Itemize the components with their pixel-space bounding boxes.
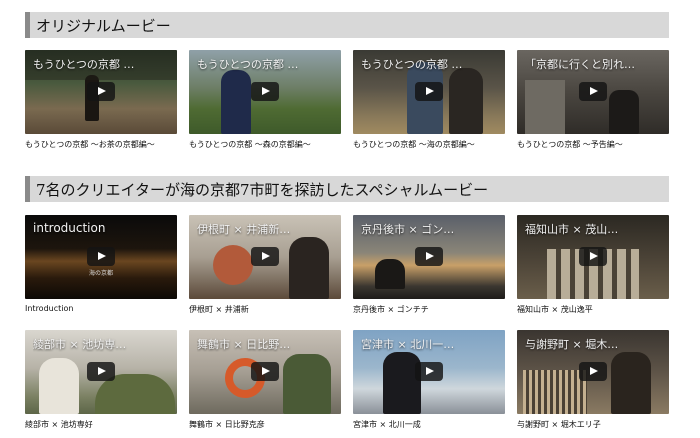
- video-thumb-title: 与謝野町 × 堀木…: [525, 338, 619, 351]
- video-thumbnail[interactable]: introduction 海の京都: [25, 215, 177, 299]
- video-caption[interactable]: もうひとつの京都 〜お茶の京都編〜: [25, 139, 177, 150]
- video-card-trailer[interactable]: 「京都に行くと別れ… もうひとつの京都 〜予告編〜: [517, 50, 669, 150]
- video-thumb-title: もうひとつの京都 …: [33, 58, 135, 71]
- play-icon[interactable]: [415, 247, 443, 266]
- video-thumb-title: 宮津市 × 北川一…: [361, 338, 455, 351]
- loom-threads: [523, 370, 587, 414]
- video-caption[interactable]: もうひとつの京都 〜海の京都編〜: [353, 139, 505, 150]
- video-caption[interactable]: Introduction: [25, 304, 177, 313]
- person-figure: [609, 90, 639, 134]
- video-card-miyazu[interactable]: 宮津市 × 北川一… 宮津市 × 北川一成: [353, 330, 505, 430]
- video-thumb-title: 京丹後市 × ゴン…: [361, 223, 455, 236]
- video-thumbnail[interactable]: もうひとつの京都 …: [353, 50, 505, 134]
- video-card-ayabe[interactable]: 綾部市 × 池坊専… 綾部市 × 池坊専好: [25, 330, 177, 430]
- video-caption[interactable]: 伊根町 × 井浦新: [189, 304, 341, 315]
- video-caption[interactable]: もうひとつの京都 〜予告編〜: [517, 139, 669, 150]
- person-figure: [289, 237, 329, 299]
- person-figure: [39, 358, 79, 414]
- play-icon[interactable]: [251, 82, 279, 101]
- video-caption[interactable]: 福知山市 × 茂山逸平: [517, 304, 669, 315]
- video-thumbnail[interactable]: もうひとつの京都 …: [189, 50, 341, 134]
- play-icon[interactable]: [251, 362, 279, 381]
- video-card-tea-kyoto[interactable]: もうひとつの京都 … もうひとつの京都 〜お茶の京都編〜: [25, 50, 177, 150]
- person-figure: [221, 70, 251, 134]
- video-thumbnail[interactable]: 与謝野町 × 堀木…: [517, 330, 669, 414]
- video-card-ine[interactable]: 伊根町 × 井浦新… 伊根町 × 井浦新: [189, 215, 341, 315]
- section-title-creator-movies: 7名のクリエイターが海の京都7市町を探訪したスペシャルムービー: [25, 176, 669, 202]
- flower-shape: [213, 245, 253, 285]
- video-thumbnail[interactable]: 綾部市 × 池坊専…: [25, 330, 177, 414]
- video-card-kyotango[interactable]: 京丹後市 × ゴン… 京丹後市 × ゴンチチ: [353, 215, 505, 315]
- person-figure: [449, 68, 483, 134]
- video-card-forest-kyoto[interactable]: もうひとつの京都 … もうひとつの京都 〜森の京都編〜: [189, 50, 341, 150]
- play-icon[interactable]: [87, 362, 115, 381]
- window-frame: [525, 80, 565, 134]
- video-thumb-title: 舞鶴市 × 日比野…: [197, 338, 291, 351]
- play-icon[interactable]: [87, 82, 115, 101]
- play-icon[interactable]: [415, 362, 443, 381]
- video-caption[interactable]: 与謝野町 × 堀木エリ子: [517, 419, 669, 430]
- video-thumb-title: 福知山市 × 茂山…: [525, 223, 619, 236]
- play-icon[interactable]: [579, 247, 607, 266]
- video-card-yosano[interactable]: 与謝野町 × 堀木… 与謝野町 × 堀木エリ子: [517, 330, 669, 430]
- video-caption[interactable]: 京丹後市 × ゴンチチ: [353, 304, 505, 315]
- video-thumbnail[interactable]: 「京都に行くと別れ…: [517, 50, 669, 134]
- video-card-maizuru[interactable]: 舞鶴市 × 日比野… 舞鶴市 × 日比野克彦: [189, 330, 341, 430]
- video-thumb-title: introduction: [33, 221, 106, 235]
- video-thumb-title: 綾部市 × 池坊専…: [33, 338, 127, 351]
- person-figure: [375, 259, 405, 289]
- video-caption[interactable]: 宮津市 × 北川一成: [353, 419, 505, 430]
- person-figure: [611, 352, 651, 414]
- video-thumbnail[interactable]: 福知山市 × 茂山…: [517, 215, 669, 299]
- video-thumbnail[interactable]: 宮津市 × 北川一…: [353, 330, 505, 414]
- play-icon[interactable]: [579, 82, 607, 101]
- video-caption[interactable]: 綾部市 × 池坊専好: [25, 419, 177, 430]
- video-thumbnail[interactable]: 京丹後市 × ゴン…: [353, 215, 505, 299]
- play-icon[interactable]: [251, 247, 279, 266]
- play-icon[interactable]: [415, 82, 443, 101]
- video-thumbnail[interactable]: 舞鶴市 × 日比野…: [189, 330, 341, 414]
- video-thumb-title: 「京都に行くと別れ…: [525, 58, 635, 71]
- video-thumb-title: もうひとつの京都 …: [197, 58, 299, 71]
- section-title-original-movies: オリジナルムービー: [25, 12, 669, 38]
- video-card-fukuchiyama[interactable]: 福知山市 × 茂山… 福知山市 × 茂山逸平: [517, 215, 669, 315]
- person-figure: [283, 354, 331, 414]
- video-card-sea-kyoto[interactable]: もうひとつの京都 … もうひとつの京都 〜海の京都編〜: [353, 50, 505, 150]
- video-thumbnail[interactable]: 伊根町 × 井浦新…: [189, 215, 341, 299]
- play-icon[interactable]: [87, 247, 115, 266]
- person-figure: [383, 352, 421, 414]
- video-caption[interactable]: もうひとつの京都 〜森の京都編〜: [189, 139, 341, 150]
- video-thumbnail[interactable]: もうひとつの京都 …: [25, 50, 177, 134]
- watermark-text: 海の京都: [89, 270, 114, 277]
- play-icon[interactable]: [579, 362, 607, 381]
- video-card-introduction[interactable]: introduction 海の京都 Introduction: [25, 215, 177, 313]
- video-thumb-title: もうひとつの京都 …: [361, 58, 463, 71]
- video-thumb-title: 伊根町 × 井浦新…: [197, 223, 291, 236]
- video-caption[interactable]: 舞鶴市 × 日比野克彦: [189, 419, 341, 430]
